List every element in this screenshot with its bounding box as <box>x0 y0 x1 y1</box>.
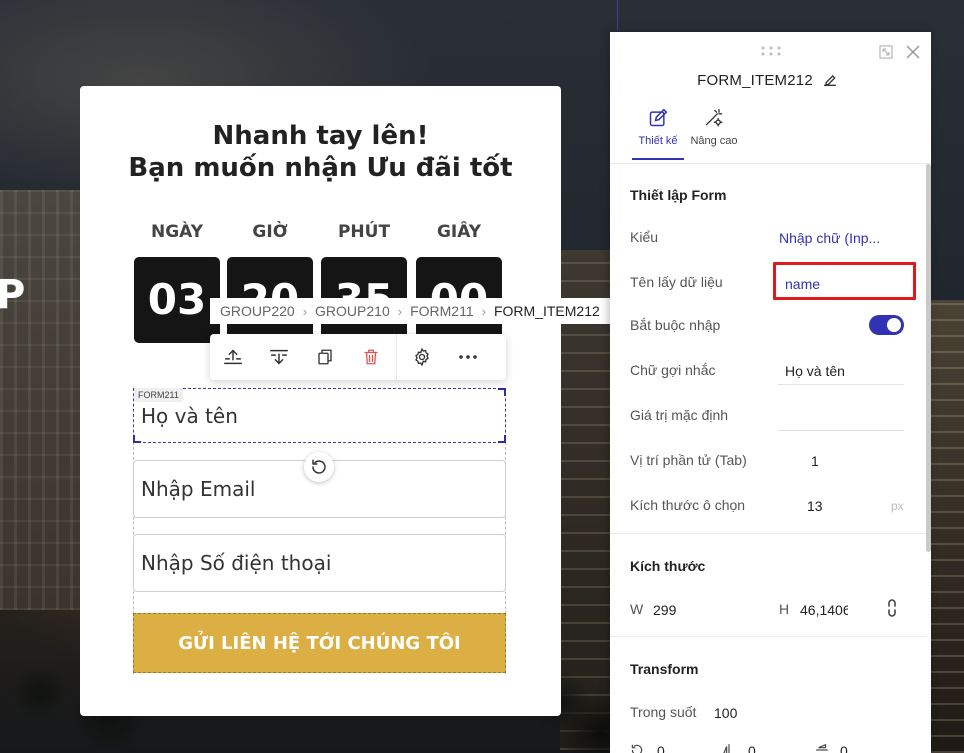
submit-button[interactable]: GỬI LIÊN HỆ TỚI CHÚNG TÔI <box>133 613 506 673</box>
popup-title: Nhanh tay lên! Bạn muốn nhận Ưu đãi tốt <box>80 120 561 184</box>
phone-field-text: Nhập Số điện thoại <box>141 551 332 575</box>
expand-icon[interactable] <box>879 45 893 64</box>
flip-vertical-icon <box>815 743 829 753</box>
countdown-label-days: NGÀY <box>150 222 204 242</box>
flip-horizontal-icon <box>722 743 736 753</box>
more-button[interactable] <box>445 334 491 380</box>
countdown-label-hours: GIỜ <box>252 222 288 242</box>
width-label: W <box>630 601 644 617</box>
section-title-size: Kích thước <box>630 558 706 574</box>
chevron-right-icon: › <box>481 303 486 319</box>
breadcrumb-item-group220[interactable]: GROUP220 <box>220 303 295 319</box>
width-input[interactable]: 299 <box>653 602 676 618</box>
opacity-label: Trong suốt <box>630 704 697 720</box>
flip-horizontal-input[interactable]: 0 <box>748 743 756 753</box>
selection-corner-br[interactable] <box>498 435 506 443</box>
delete-button[interactable] <box>348 334 394 380</box>
popup-title-line-1: Nhanh tay lên! <box>212 121 429 151</box>
duplicate-icon <box>318 349 332 365</box>
property-panel: FORM_ITEM212 Thiết kế Nâng cao Thiết lập… <box>610 32 931 753</box>
default-value-label: Giá trị mặc định <box>630 407 729 423</box>
breadcrumb: GROUP220 › GROUP210 › FORM211 › FORM_ITE… <box>210 298 610 324</box>
countdown-days-value: 03 <box>147 275 207 324</box>
breadcrumb-item-group210[interactable]: GROUP210 <box>315 303 390 319</box>
countdown-days[interactable]: 03 <box>134 257 220 343</box>
data-name-input[interactable]: name <box>785 276 820 292</box>
selection-corner-tr[interactable] <box>498 388 506 396</box>
rotate-handle[interactable] <box>304 452 334 482</box>
panel-scrollbar[interactable] <box>926 164 931 552</box>
phone-field[interactable]: Nhập Số điện thoại <box>133 534 506 592</box>
tab-advanced-label: Nâng cao <box>690 135 738 147</box>
rotate-icon <box>630 743 644 753</box>
box-size-input[interactable]: 13 <box>807 498 823 514</box>
advanced-settings-icon <box>705 109 723 127</box>
section-divider <box>610 533 926 534</box>
guide-line <box>617 0 618 30</box>
lock-ratio-icon[interactable] <box>886 598 898 623</box>
panel-title: FORM_ITEM212 <box>697 72 813 89</box>
move-up-icon <box>224 349 242 365</box>
type-select[interactable]: Nhập chữ (Inp... <box>779 230 880 246</box>
tab-index-input[interactable]: 1 <box>811 453 819 469</box>
background-partial-text: P <box>0 272 26 318</box>
breadcrumb-item-form211[interactable]: FORM211 <box>410 303 474 319</box>
name-field[interactable]: Họ và tên <box>133 388 506 443</box>
tab-design-label: Thiết kế <box>638 135 678 147</box>
drag-handle-icon[interactable] <box>760 44 782 62</box>
element-toolbar <box>210 334 506 380</box>
email-field-text: Nhập Email <box>141 477 256 501</box>
submit-button-label: GỬI LIÊN HỆ TỚI CHÚNG TÔI <box>178 632 461 654</box>
countdown-label-seconds: GIÂY <box>436 222 482 242</box>
edit-name-icon[interactable] <box>822 72 838 93</box>
section-title-transform: Transform <box>630 661 699 677</box>
popup-card[interactable]: Nhanh tay lên! Bạn muốn nhận Ưu đãi tốt … <box>80 86 561 716</box>
active-tab-indicator <box>632 158 684 160</box>
data-name-label: Tên lấy dữ liệu <box>630 274 723 290</box>
required-toggle[interactable] <box>869 315 904 335</box>
popup-title-line-2: Bạn muốn nhận Ưu đãi tốt <box>128 153 513 183</box>
design-icon <box>649 108 668 127</box>
name-field-text: Họ và tên <box>141 403 238 428</box>
opacity-input[interactable]: 100 <box>714 705 737 721</box>
height-label: H <box>779 601 790 617</box>
flip-vertical-input[interactable]: 0 <box>840 743 848 753</box>
required-label: Bắt buộc nhập <box>630 317 721 333</box>
selected-element-tag: FORM211 <box>134 388 183 402</box>
chevron-right-icon: › <box>302 303 308 319</box>
rotate-input[interactable]: 0 <box>657 743 665 753</box>
breadcrumb-item-current[interactable]: FORM_ITEM212 <box>494 303 600 319</box>
move-down-button[interactable] <box>256 334 302 380</box>
box-size-unit: px <box>891 499 904 513</box>
background-building-left <box>0 190 80 610</box>
countdown-label-minutes: PHÚT <box>337 222 391 242</box>
close-icon[interactable] <box>905 44 921 65</box>
section-title-form: Thiết lập Form <box>630 187 727 203</box>
delete-icon <box>364 349 378 365</box>
rotate-icon <box>312 459 326 474</box>
height-input[interactable]: 46,1406 <box>800 602 848 618</box>
settings-button[interactable] <box>399 334 445 380</box>
chevron-right-icon: › <box>397 303 403 319</box>
gear-icon <box>415 347 429 367</box>
tab-design[interactable]: Thiết kế <box>636 108 680 156</box>
default-value-input[interactable] <box>778 403 904 431</box>
box-size-label: Kích thước ô chọn <box>630 497 746 513</box>
tab-index-label: Vị trí phần tử (Tab) <box>630 452 747 468</box>
type-label: Kiểu <box>630 229 659 245</box>
more-icon <box>459 355 477 359</box>
placeholder-label: Chữ gợi nhắc <box>630 362 716 378</box>
tab-advanced[interactable]: Nâng cao <box>688 108 740 156</box>
duplicate-button[interactable] <box>302 334 348 380</box>
selection-corner-bl[interactable] <box>133 435 141 443</box>
section-divider <box>610 636 926 637</box>
move-up-button[interactable] <box>210 334 256 380</box>
move-down-icon <box>270 349 288 365</box>
placeholder-value: Họ và tên <box>785 363 845 379</box>
toolbar-divider <box>396 334 397 380</box>
